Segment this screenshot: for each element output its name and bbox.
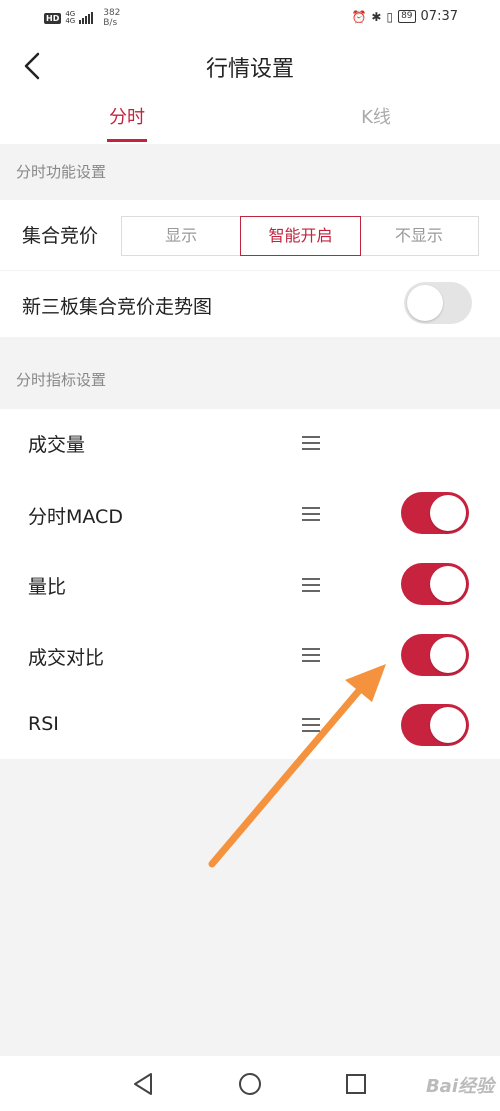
triangle-back-icon bbox=[134, 1073, 152, 1095]
nav-recents-button[interactable] bbox=[342, 1070, 370, 1098]
nav-home-button[interactable] bbox=[236, 1070, 264, 1098]
square-recents-icon bbox=[346, 1074, 366, 1094]
nav-back-button[interactable] bbox=[130, 1070, 158, 1098]
annotation-arrow bbox=[208, 664, 386, 868]
auction-option-smart[interactable]: 智能开启 bbox=[240, 216, 361, 256]
watermark-logo: Bai经验 bbox=[425, 1076, 494, 1097]
circle-home-icon bbox=[239, 1073, 261, 1095]
